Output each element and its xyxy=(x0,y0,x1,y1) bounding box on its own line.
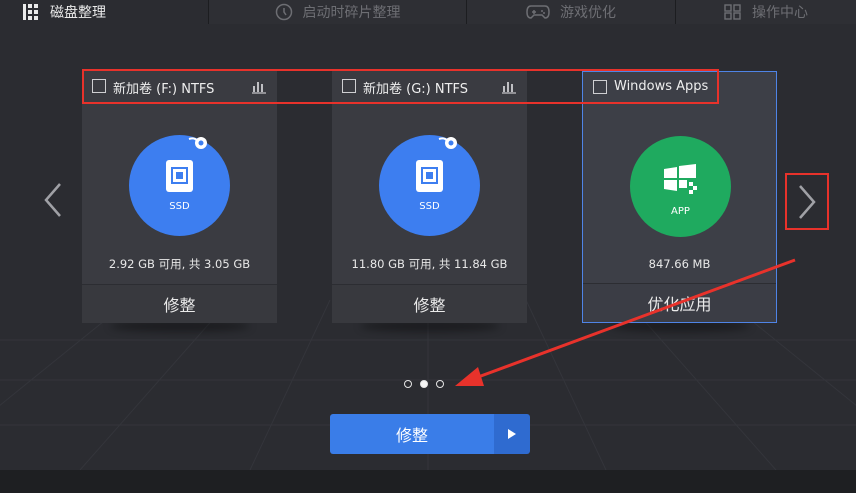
windows-apps-card[interactable]: Windows Apps APP 847.66 MB 优化应用 xyxy=(582,71,777,323)
page-dot-active[interactable] xyxy=(420,380,428,388)
page-indicator xyxy=(404,380,444,388)
tab-label: 游戏优化 xyxy=(560,5,616,21)
page-dot[interactable] xyxy=(436,380,444,388)
annotation-highlight-checkboxes xyxy=(82,69,719,104)
capacity-text: 11.80 GB 可用, 共 11.84 GB xyxy=(351,257,508,271)
drive-card-f[interactable]: 新加卷 (F:) NTFS SSD 2.92 GB 可用, 共 3.05 GB … xyxy=(82,71,277,323)
grid-squares-icon xyxy=(724,4,741,20)
annotation-highlight-next xyxy=(785,173,829,230)
disk-type-text: SSD xyxy=(169,201,190,212)
chevron-left-icon xyxy=(44,183,61,217)
optimize-apps-button[interactable]: 优化应用 xyxy=(583,283,776,322)
disk-type-text: SSD xyxy=(419,201,440,212)
page-dot[interactable] xyxy=(404,380,412,388)
capacity-text: 2.92 GB 可用, 共 3.05 GB xyxy=(108,257,251,271)
ssd-icon: SSD xyxy=(129,135,230,236)
play-triangle-icon xyxy=(508,429,516,439)
tab-label: 磁盘整理 xyxy=(50,5,106,21)
capacity-text: 847.66 MB xyxy=(648,257,711,271)
tab-startup-defrag[interactable]: 启动时碎片整理 xyxy=(208,0,466,24)
startup-clock-icon xyxy=(275,3,292,21)
gamepad-icon xyxy=(526,5,550,19)
trim-main-button[interactable]: 修整 xyxy=(330,414,494,454)
trim-button[interactable]: 修整 xyxy=(332,284,527,323)
trim-button[interactable]: 修整 xyxy=(82,284,277,323)
disk-type-text: APP xyxy=(671,206,690,217)
tab-label: 启动时碎片整理 xyxy=(302,5,401,21)
windows-app-icon: APP xyxy=(630,136,731,237)
ssd-icon: SSD xyxy=(379,135,480,236)
trim-options-button[interactable] xyxy=(494,414,530,454)
tab-game-optimize[interactable]: 游戏优化 xyxy=(466,0,675,24)
tab-disk-defrag[interactable]: 磁盘整理 xyxy=(0,0,208,24)
tab-bar: 磁盘整理 启动时碎片整理 游戏优化 操作中心 xyxy=(0,0,856,24)
disk-grid-icon xyxy=(23,4,38,20)
tab-action-center[interactable]: 操作中心 xyxy=(675,0,856,24)
status-bar xyxy=(0,470,856,493)
tab-label: 操作中心 xyxy=(752,5,808,21)
prev-page-button[interactable] xyxy=(33,170,73,230)
drive-card-g[interactable]: 新加卷 (G:) NTFS SSD 11.80 GB 可用, 共 11.84 G… xyxy=(332,71,527,323)
